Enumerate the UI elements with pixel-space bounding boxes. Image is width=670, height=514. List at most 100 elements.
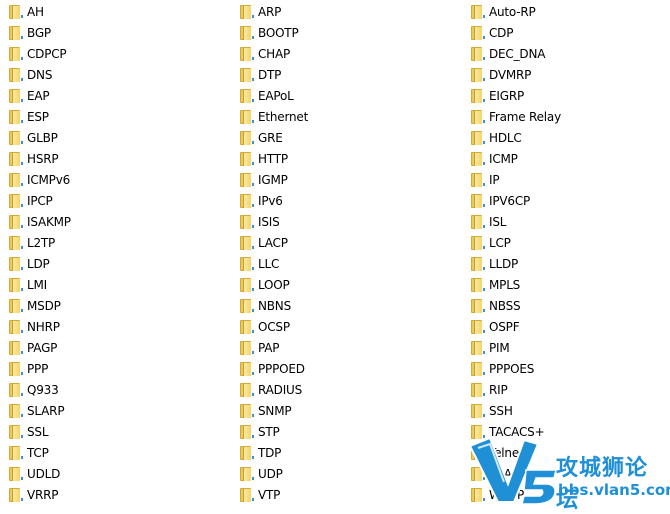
folder-item[interactable]: PIM [471,337,670,358]
folder-icon [240,4,254,19]
folder-item[interactable]: ISAKMP [9,211,237,232]
folder-item[interactable]: ESP [9,106,237,127]
folder-item[interactable]: WCCP [471,484,670,505]
folder-item[interactable]: TDP [240,442,468,463]
folder-label: LACP [258,235,288,250]
folder-label: LOOP [258,277,290,292]
folder-item[interactable]: VTP [240,484,468,505]
folder-item[interactable]: EIGRP [471,85,670,106]
folder-item[interactable]: VLAN [471,463,670,484]
folder-item[interactable]: ISL [471,211,670,232]
folder-item[interactable]: Ethernet [240,106,468,127]
folder-label: TCP [27,445,49,460]
folder-label: DVMRP [489,67,532,82]
folder-item[interactable]: Q933 [9,379,237,400]
folder-item[interactable]: RIP [471,379,670,400]
folder-item[interactable]: Auto-RP [471,1,670,22]
folder-label: NBNS [258,298,292,313]
folder-item[interactable]: CHAP [240,43,468,64]
folder-item[interactable]: HTTP [240,148,468,169]
folder-item[interactable]: PPP [9,358,237,379]
folder-item[interactable]: SNMP [240,400,468,421]
folder-item[interactable]: OSPF [471,316,670,337]
folder-icon [471,256,485,271]
folder-item[interactable]: IP [471,169,670,190]
folder-label: PAGP [27,340,58,355]
folder-item[interactable]: CDPCP [9,43,237,64]
folder-item[interactable]: LCP [471,232,670,253]
folder-item[interactable]: NBNS [240,295,468,316]
folder-item[interactable]: UDP [240,463,468,484]
folder-icon [9,382,23,397]
folder-item[interactable]: DTP [240,64,468,85]
folder-label: MPLS [489,277,521,292]
folder-item[interactable]: DVMRP [471,64,670,85]
folder-icon [471,4,485,19]
folder-item[interactable]: Telnet [471,442,670,463]
folder-item[interactable]: IGMP [240,169,468,190]
folder-item[interactable]: UDLD [9,463,237,484]
folder-item[interactable]: IPv6 [240,190,468,211]
folder-item[interactable]: ICMP [471,148,670,169]
folder-label: Frame Relay [489,109,561,124]
folder-item[interactable]: ICMPv6 [9,169,237,190]
folder-item[interactable]: TCP [9,442,237,463]
folder-item[interactable]: LDP [9,253,237,274]
folder-item[interactable]: MPLS [471,274,670,295]
folder-item[interactable]: L2TP [9,232,237,253]
folder-item[interactable]: SSL [9,421,237,442]
folder-item[interactable]: SLARP [9,400,237,421]
folder-label: IGMP [258,172,288,187]
folder-label: BGP [27,25,51,40]
folder-label: VRRP [27,487,59,502]
folder-label: BOOTP [258,25,299,40]
folder-item[interactable]: BOOTP [240,22,468,43]
folder-item[interactable]: HDLC [471,127,670,148]
folder-column-3: Auto-RP CDP DEC_DNA DVMRP EIGRP Frame Relay HD… [471,1,670,505]
folder-item[interactable]: NBSS [471,295,670,316]
folder-item[interactable]: GRE [240,127,468,148]
folder-icon [471,403,485,418]
folder-item[interactable]: TACACS+ [471,421,670,442]
folder-item[interactable]: VRRP [9,484,237,505]
folder-item[interactable]: LLC [240,253,468,274]
folder-item[interactable]: PAP [240,337,468,358]
folder-label: Auto-RP [489,4,536,19]
folder-item[interactable]: HSRP [9,148,237,169]
folder-item[interactable]: LOOP [240,274,468,295]
folder-item[interactable]: DNS [9,64,237,85]
folder-item[interactable]: DEC_DNA [471,43,670,64]
folder-item[interactable]: CDP [471,22,670,43]
folder-label: ISL [489,214,507,229]
folder-item[interactable]: OCSP [240,316,468,337]
folder-icon [471,25,485,40]
folder-icon [240,298,254,313]
folder-item[interactable]: ARP [240,1,468,22]
folder-label: RADIUS [258,382,303,397]
folder-item[interactable]: Frame Relay [471,106,670,127]
folder-item[interactable]: LLDP [471,253,670,274]
folder-item[interactable]: STP [240,421,468,442]
folder-item[interactable]: PAGP [9,337,237,358]
folder-item[interactable]: SSH [471,400,670,421]
folder-item[interactable]: MSDP [9,295,237,316]
folder-label: TDP [258,445,282,460]
folder-item[interactable]: PPPOES [471,358,670,379]
folder-item[interactable]: EAP [9,85,237,106]
folder-item[interactable]: NHRP [9,316,237,337]
folder-item[interactable]: BGP [9,22,237,43]
folder-item[interactable]: PPPOED [240,358,468,379]
folder-item[interactable]: GLBP [9,127,237,148]
folder-label: HTTP [258,151,288,166]
folder-item[interactable]: ISIS [240,211,468,232]
folder-item[interactable]: IPCP [9,190,237,211]
folder-item[interactable]: RADIUS [240,379,468,400]
folder-item[interactable]: AH [9,1,237,22]
folder-item[interactable]: IPV6CP [471,190,670,211]
folder-icon [240,487,254,502]
folder-label: PAP [258,340,280,355]
folder-item[interactable]: LACP [240,232,468,253]
folder-label: DEC_DNA [489,46,546,61]
folder-item[interactable]: LMI [9,274,237,295]
folder-item[interactable]: EAPoL [240,85,468,106]
